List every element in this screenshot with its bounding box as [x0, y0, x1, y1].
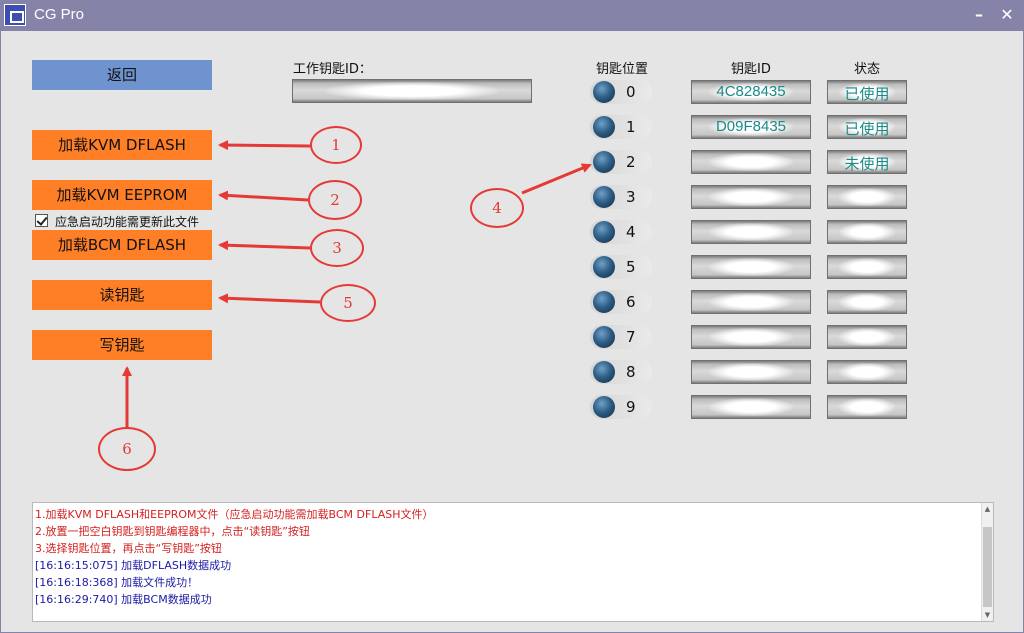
annotation-arrow-3	[218, 240, 311, 251]
annotation-arrow-5	[218, 293, 321, 304]
annotation-marker-5: 5	[320, 284, 376, 322]
annotation-arrow-2	[218, 190, 309, 202]
annotation-marker-4: 4	[470, 188, 524, 228]
annotation-marker-2: 2	[308, 180, 362, 220]
annotation-arrow-1	[218, 140, 311, 151]
annotation-marker-3: 3	[310, 229, 364, 267]
annotation-arrow-4	[521, 163, 592, 195]
annotation-marker-6: 6	[98, 427, 156, 471]
annotation-arrows	[122, 140, 592, 428]
annotation-marker-1: 1	[310, 126, 362, 164]
